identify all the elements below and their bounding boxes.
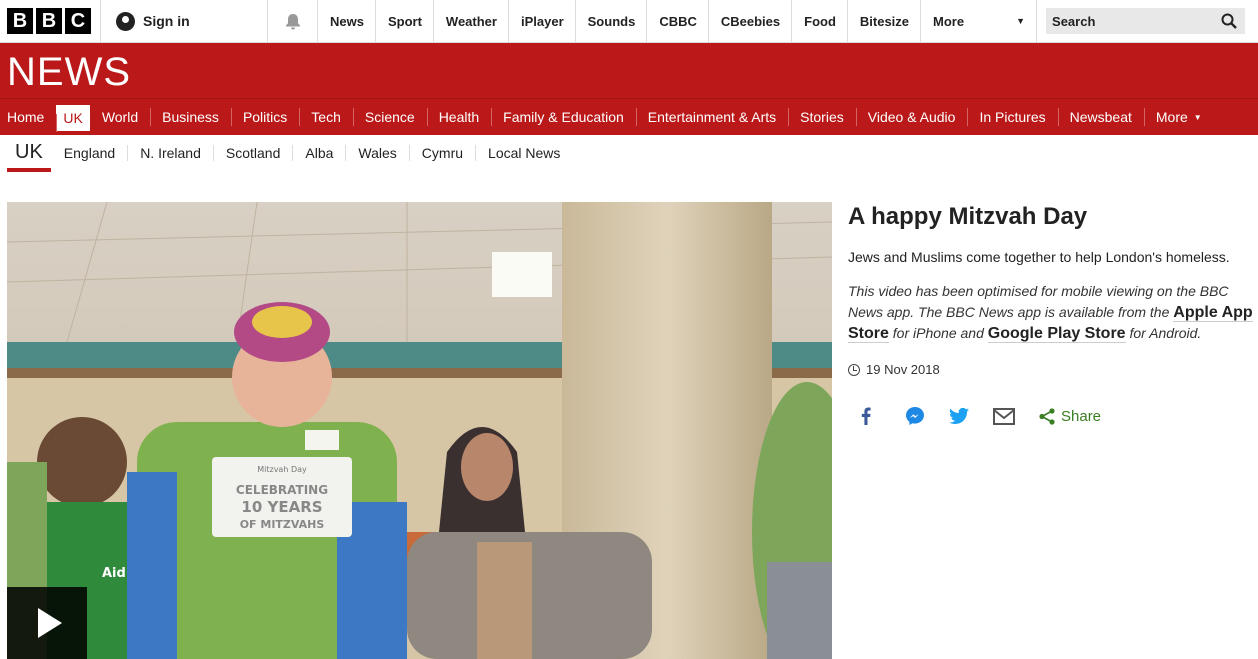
bbc-logo[interactable]: B B C (0, 0, 100, 42)
section-nav-entertainment-arts[interactable]: Entertainment & Arts (635, 99, 788, 135)
section-nav-world[interactable]: World (90, 99, 150, 135)
article-date: 19 Nov 2018 (848, 362, 1258, 377)
article-sidebar: A happy Mitzvah Day Jews and Muslims com… (848, 202, 1258, 426)
section-nav-science[interactable]: Science (352, 99, 427, 135)
top-nav-more[interactable]: More ▼ (920, 0, 1038, 42)
section-nav-stories[interactable]: Stories (788, 99, 856, 135)
share-button[interactable]: Share (1039, 408, 1101, 425)
top-nav-news[interactable]: News (317, 0, 375, 42)
search-icon (1221, 13, 1237, 29)
top-nav-weather[interactable]: Weather (432, 0, 508, 42)
shirt-text-4: OF MITZVAHS (240, 518, 325, 531)
section-nav-newsbeat[interactable]: Newsbeat (1057, 99, 1144, 135)
top-nav-bitesize[interactable]: Bitesize (846, 0, 920, 42)
note-text: for Android. (1125, 325, 1202, 341)
section-nav-home[interactable]: Home (0, 99, 56, 135)
section-nav-business[interactable]: Business (150, 99, 231, 135)
section-nav-tech[interactable]: Tech (299, 99, 353, 135)
clock-icon (848, 363, 860, 376)
top-nav-cbbc[interactable]: CBBC (646, 0, 708, 42)
top-nav-sport[interactable]: Sport (374, 0, 433, 42)
shirt-text-1: Mitzvah Day (257, 465, 307, 474)
shirt-text-3: 10 YEARS (241, 498, 322, 516)
sub-nav: UK England N. Ireland Scotland Alba Wale… (0, 135, 1258, 172)
caret-down-icon: ▼ (1193, 112, 1202, 122)
more-label: More (933, 13, 965, 29)
share-bar: Share (848, 406, 1258, 426)
sub-nav-alba[interactable]: Alba (292, 145, 345, 161)
top-nav-iplayer[interactable]: iPlayer (507, 0, 575, 42)
article-summary: Jews and Muslims come together to help L… (848, 249, 1230, 265)
sub-nav-cymru[interactable]: Cymru (408, 145, 475, 161)
top-nav-cbeebies[interactable]: CBeebies (707, 0, 791, 42)
play-button[interactable] (7, 587, 87, 659)
sub-nav-england[interactable]: England (51, 145, 127, 161)
note-text: for iPhone and (888, 325, 988, 341)
notifications-bell-icon[interactable] (267, 0, 317, 42)
top-bar: B B C Sign in News Sport Weather iPlayer… (0, 0, 1258, 43)
video-player[interactable]: Mitzvah Day CELEBRATING 10 YEARS OF MITZ… (7, 202, 832, 659)
note-text: This video has been optimised for mobile… (848, 283, 1229, 320)
section-nav-health[interactable]: Health (426, 99, 491, 135)
section-nav-in-pictures[interactable]: In Pictures (967, 99, 1057, 135)
date-text: 19 Nov 2018 (866, 362, 940, 377)
caret-down-icon: ▼ (1016, 16, 1026, 26)
email-icon[interactable] (993, 407, 1037, 425)
logo-letter: B (7, 8, 33, 34)
sub-nav-n-ireland[interactable]: N. Ireland (127, 145, 213, 161)
logo-letter: B (36, 8, 62, 34)
app-note: This video has been optimised for mobile… (848, 281, 1256, 344)
sub-nav-scotland[interactable]: Scotland (212, 145, 292, 161)
share-icon (1039, 407, 1055, 425)
google-play-store-link[interactable]: Google Play Store (987, 325, 1126, 343)
search-label: Search (1052, 13, 1096, 29)
top-nav: News Sport Weather iPlayer Sounds CBBC C… (317, 0, 1038, 42)
top-nav-sounds[interactable]: Sounds (574, 0, 647, 42)
video-still: Mitzvah Day CELEBRATING 10 YEARS OF MITZ… (7, 202, 832, 659)
user-icon (116, 11, 135, 31)
section-nav-video-audio[interactable]: Video & Audio (855, 99, 968, 135)
shirt-text-2: CELEBRATING (236, 483, 328, 497)
sign-in-label: Sign in (143, 13, 190, 29)
article-title: A happy Mitzvah Day (848, 203, 1088, 230)
messenger-icon[interactable] (905, 406, 949, 426)
share-label: Share (1061, 407, 1102, 425)
facebook-icon[interactable] (861, 407, 905, 425)
logo-letter: C (65, 8, 91, 34)
news-banner: NEWS (0, 43, 1258, 99)
sub-nav-current[interactable]: UK (7, 139, 51, 172)
section-nav: Home UK World Business Politics Tech Sci… (0, 99, 1258, 135)
sub-nav-local-news[interactable]: Local News (475, 145, 572, 161)
search-box[interactable]: Search (1046, 8, 1246, 34)
section-nav-politics[interactable]: Politics (230, 99, 299, 135)
badge-text: Aid (102, 566, 126, 581)
section-nav-more-label: More (1155, 109, 1188, 125)
section-nav-more[interactable]: More ▼ (1143, 99, 1214, 135)
sign-in-link[interactable]: Sign in (100, 0, 267, 42)
twitter-icon[interactable] (949, 408, 993, 424)
top-nav-food[interactable]: Food (791, 0, 847, 42)
section-nav-family-education[interactable]: Family & Education (491, 99, 636, 135)
news-wordmark[interactable]: NEWS (0, 43, 1258, 92)
sub-nav-wales[interactable]: Wales (345, 145, 408, 161)
section-nav-uk[interactable]: UK (56, 105, 90, 132)
